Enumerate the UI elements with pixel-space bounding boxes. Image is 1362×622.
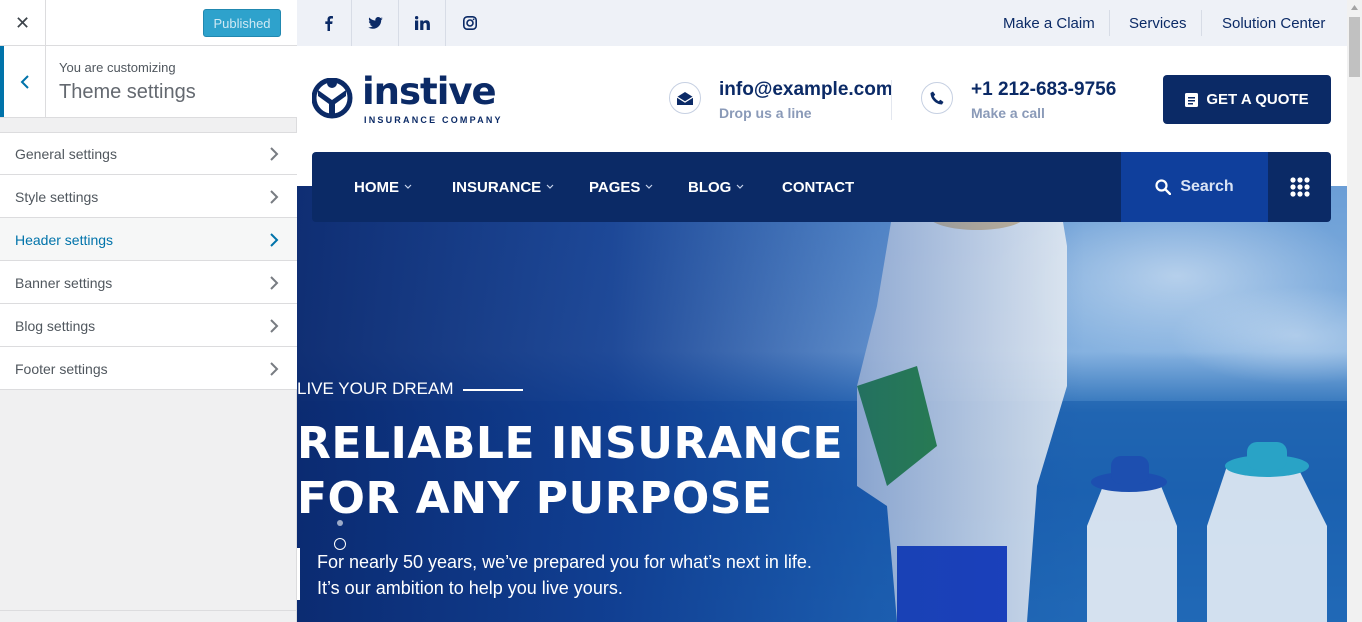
search-label: Search xyxy=(1180,178,1234,195)
services-link[interactable]: Services xyxy=(1129,0,1187,46)
search-icon xyxy=(1155,179,1172,195)
kicker-divider xyxy=(463,389,523,391)
make-a-claim-link[interactable]: Make a Claim xyxy=(1003,0,1095,46)
document-icon xyxy=(1185,92,1199,107)
chevron-right-icon xyxy=(270,190,279,204)
hero-subtitle-line-1: For nearly 50 years, we’ve prepared you … xyxy=(317,552,812,572)
hero-title-line-1: RELIABLE INSURANCE xyxy=(297,418,844,469)
site-header: instive INSURANCE COMPANY info@example.c… xyxy=(297,46,1347,152)
nav-item-contact[interactable]: CONTACT xyxy=(782,152,854,222)
solution-center-link[interactable]: Solution Center xyxy=(1222,0,1325,46)
hero-kicker: LIVE YOUR DREAM xyxy=(297,379,454,398)
topbar-divider xyxy=(1201,10,1202,36)
search-button[interactable]: Search xyxy=(1121,152,1268,222)
contact-email-caption: Drop us a line xyxy=(719,105,812,121)
slider-dot[interactable] xyxy=(337,520,343,526)
nav-item-home[interactable]: HOME xyxy=(354,152,412,222)
scrollbar-thumb[interactable] xyxy=(1349,17,1360,77)
nav-label: CONTACT xyxy=(782,178,855,196)
chevron-right-icon xyxy=(270,319,279,333)
chevron-right-icon xyxy=(270,362,279,376)
logo-name: instive xyxy=(362,70,497,113)
get-a-quote-label: GET A QUOTE xyxy=(1206,91,1309,108)
twitter-icon[interactable] xyxy=(352,0,399,46)
preview-scrollbar[interactable] xyxy=(1347,0,1362,622)
site-preview: Make a Claim Services Solution Center in… xyxy=(297,0,1347,622)
scroll-up-arrow-icon[interactable] xyxy=(1347,0,1362,15)
envelope-icon xyxy=(669,82,701,114)
menu-item-label: Header settings xyxy=(15,231,114,248)
contact-phone-caption: Make a call xyxy=(971,105,1045,121)
back-chevron-icon[interactable] xyxy=(0,46,46,117)
chevron-down-icon xyxy=(645,184,653,189)
linkedin-icon[interactable] xyxy=(399,0,446,46)
facebook-icon[interactable] xyxy=(305,0,352,46)
contact-divider xyxy=(891,80,892,120)
menu-item-general-settings[interactable]: General settings xyxy=(0,132,297,175)
phone-icon xyxy=(921,82,953,114)
menu-item-header-settings[interactable]: Header settings xyxy=(0,218,297,261)
menu-item-style-settings[interactable]: Style settings xyxy=(0,175,297,218)
main-navigation: HOME INSURANCE PAGES BLOG CONTACT Search xyxy=(312,152,1331,222)
menu-item-blog-settings[interactable]: Blog settings xyxy=(0,304,297,347)
topbar: Make a Claim Services Solution Center xyxy=(297,0,1347,46)
contact-phone: +1 212-683-9756 xyxy=(971,79,1117,100)
hero-subtitle-line-2: It’s our ambition to help you live yours… xyxy=(317,578,623,598)
nav-item-insurance[interactable]: INSURANCE xyxy=(452,152,554,222)
publish-button[interactable]: Published xyxy=(203,9,281,37)
nav-label: PAGES xyxy=(589,178,641,196)
menu-item-footer-settings[interactable]: Footer settings xyxy=(0,347,297,390)
menu-item-label: Banner settings xyxy=(15,274,113,291)
topbar-divider xyxy=(1109,10,1110,36)
menu-item-label: Style settings xyxy=(15,188,99,205)
nav-label: HOME xyxy=(354,178,399,196)
menu-item-label: Footer settings xyxy=(15,360,108,377)
chevron-right-icon xyxy=(270,276,279,290)
chevron-down-icon xyxy=(736,184,744,189)
grid-menu-icon[interactable] xyxy=(1268,152,1331,222)
nav-label: INSURANCE xyxy=(452,178,542,196)
contact-email: info@example.com xyxy=(719,79,893,100)
close-icon[interactable]: ✕ xyxy=(0,0,46,46)
nav-item-pages[interactable]: PAGES xyxy=(589,152,653,222)
slider-dot-active[interactable] xyxy=(334,538,346,550)
panel-title: Theme settings xyxy=(59,81,196,103)
menu-item-label: General settings xyxy=(15,145,117,162)
hero-title-line-2: FOR ANY PURPOSE xyxy=(297,473,773,524)
chevron-right-icon xyxy=(270,147,279,161)
umbrella-logo-icon xyxy=(311,74,353,119)
customizer-info: You are customizing Theme settings xyxy=(0,46,297,118)
menu-item-banner-settings[interactable]: Banner settings xyxy=(0,261,297,304)
logo-tagline: INSURANCE COMPANY xyxy=(364,115,503,125)
menu-item-label: Blog settings xyxy=(15,317,96,334)
nav-label: BLOG xyxy=(688,178,732,196)
nav-item-blog[interactable]: BLOG xyxy=(688,152,744,222)
chevron-right-icon xyxy=(270,233,279,247)
customizer-header: ✕ Published xyxy=(0,0,297,46)
get-a-quote-button[interactable]: GET A QUOTE xyxy=(1163,75,1331,124)
subtitle-accent-bar xyxy=(297,548,300,600)
site-logo[interactable]: instive INSURANCE COMPANY xyxy=(311,70,501,125)
chevron-down-icon xyxy=(546,184,554,189)
settings-menu: General settings Style settings Header s… xyxy=(0,132,297,390)
hero-banner: LIVE YOUR DREAM RELIABLE INSURANCE FOR A… xyxy=(297,186,1347,622)
sidebar-footer-divider xyxy=(0,610,297,611)
customizer-sidebar: ✕ Published You are customizing Theme se… xyxy=(0,0,297,622)
instagram-icon[interactable] xyxy=(446,0,493,46)
customizing-label: You are customizing xyxy=(59,60,176,75)
chevron-down-icon xyxy=(404,184,412,189)
